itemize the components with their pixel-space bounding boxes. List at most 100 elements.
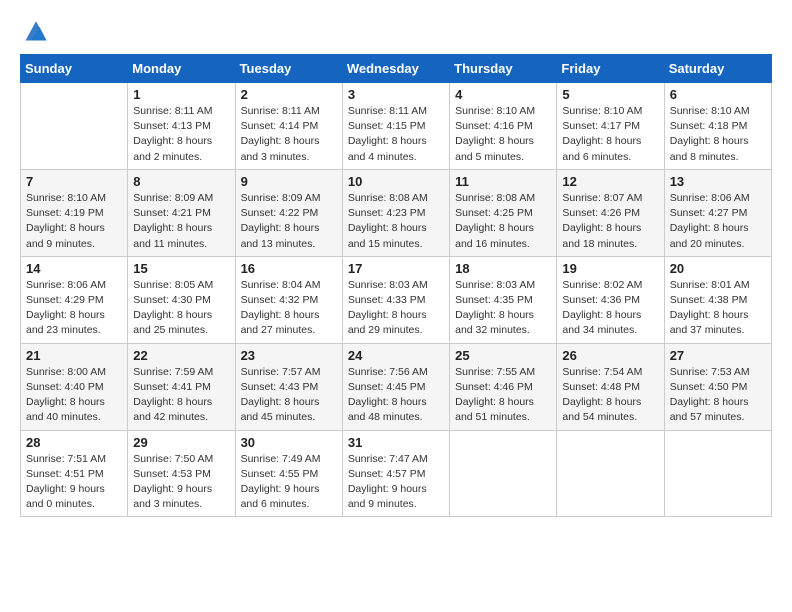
calendar-cell: 22 Sunrise: 7:59 AMSunset: 4:41 PMDayligh… — [128, 343, 235, 430]
day-info: Sunrise: 7:57 AMSunset: 4:43 PMDaylight:… — [241, 365, 337, 426]
page: SundayMondayTuesdayWednesdayThursdayFrid… — [0, 0, 792, 612]
calendar-cell: 30 Sunrise: 7:49 AMSunset: 4:55 PMDayligh… — [235, 430, 342, 517]
calendar-cell: 10 Sunrise: 8:08 AMSunset: 4:23 PMDayligh… — [342, 169, 449, 256]
calendar-cell: 1 Sunrise: 8:11 AMSunset: 4:13 PMDaylight… — [128, 83, 235, 170]
day-number: 4 — [455, 87, 551, 102]
day-number: 2 — [241, 87, 337, 102]
day-info: Sunrise: 8:06 AMSunset: 4:27 PMDaylight:… — [670, 191, 766, 252]
day-info: Sunrise: 8:09 AMSunset: 4:22 PMDaylight:… — [241, 191, 337, 252]
calendar-week-row: 14 Sunrise: 8:06 AMSunset: 4:29 PMDayligh… — [21, 256, 772, 343]
day-info: Sunrise: 8:08 AMSunset: 4:23 PMDaylight:… — [348, 191, 444, 252]
calendar-cell: 21 Sunrise: 8:00 AMSunset: 4:40 PMDayligh… — [21, 343, 128, 430]
day-number: 9 — [241, 174, 337, 189]
day-info: Sunrise: 8:10 AMSunset: 4:19 PMDaylight:… — [26, 191, 122, 252]
calendar-cell: 2 Sunrise: 8:11 AMSunset: 4:14 PMDaylight… — [235, 83, 342, 170]
day-info: Sunrise: 8:04 AMSunset: 4:32 PMDaylight:… — [241, 278, 337, 339]
calendar-cell: 19 Sunrise: 8:02 AMSunset: 4:36 PMDayligh… — [557, 256, 664, 343]
day-number: 26 — [562, 348, 658, 363]
calendar-cell: 31 Sunrise: 7:47 AMSunset: 4:57 PMDayligh… — [342, 430, 449, 517]
day-info: Sunrise: 8:03 AMSunset: 4:35 PMDaylight:… — [455, 278, 551, 339]
calendar-cell: 24 Sunrise: 7:56 AMSunset: 4:45 PMDayligh… — [342, 343, 449, 430]
day-info: Sunrise: 8:05 AMSunset: 4:30 PMDaylight:… — [133, 278, 229, 339]
calendar-cell: 7Sunrise: 8:10 AMSunset: 4:19 PMDaylight… — [21, 169, 128, 256]
day-info: Sunrise: 8:10 AMSunset: 4:16 PMDaylight:… — [455, 104, 551, 165]
logo — [20, 16, 54, 44]
day-info: Sunrise: 7:54 AMSunset: 4:48 PMDaylight:… — [562, 365, 658, 426]
calendar-cell: 3 Sunrise: 8:11 AMSunset: 4:15 PMDaylight… — [342, 83, 449, 170]
calendar-cell: 23 Sunrise: 7:57 AMSunset: 4:43 PMDayligh… — [235, 343, 342, 430]
day-info: Sunrise: 8:08 AMSunset: 4:25 PMDaylight:… — [455, 191, 551, 252]
day-number: 14 — [26, 261, 122, 276]
calendar-cell: 15Sunrise: 8:05 AMSunset: 4:30 PMDayligh… — [128, 256, 235, 343]
calendar-cell: 9 Sunrise: 8:09 AMSunset: 4:22 PMDaylight… — [235, 169, 342, 256]
day-info: Sunrise: 8:11 AMSunset: 4:13 PMDaylight:… — [133, 104, 229, 165]
day-number: 23 — [241, 348, 337, 363]
calendar-cell: 20 Sunrise: 8:01 AMSunset: 4:38 PMDayligh… — [664, 256, 771, 343]
calendar-week-row: 28 Sunrise: 7:51 AMSunset: 4:51 PMDayligh… — [21, 430, 772, 517]
day-info: Sunrise: 7:55 AMSunset: 4:46 PMDaylight:… — [455, 365, 551, 426]
day-number: 18 — [455, 261, 551, 276]
calendar-cell: 25Sunrise: 7:55 AMSunset: 4:46 PMDayligh… — [450, 343, 557, 430]
calendar-week-row: 1 Sunrise: 8:11 AMSunset: 4:13 PMDaylight… — [21, 83, 772, 170]
logo-icon — [22, 16, 50, 44]
day-number: 28 — [26, 435, 122, 450]
calendar-cell — [557, 430, 664, 517]
day-number: 1 — [133, 87, 229, 102]
day-number: 20 — [670, 261, 766, 276]
day-of-week-header: Monday — [128, 55, 235, 83]
calendar-cell: 4 Sunrise: 8:10 AMSunset: 4:16 PMDaylight… — [450, 83, 557, 170]
calendar-cell: 28 Sunrise: 7:51 AMSunset: 4:51 PMDayligh… — [21, 430, 128, 517]
calendar-cell — [21, 83, 128, 170]
day-info: Sunrise: 8:00 AMSunset: 4:40 PMDaylight:… — [26, 365, 122, 426]
day-number: 17 — [348, 261, 444, 276]
day-info: Sunrise: 7:49 AMSunset: 4:55 PMDaylight:… — [241, 452, 337, 513]
day-info: Sunrise: 7:51 AMSunset: 4:51 PMDaylight:… — [26, 452, 122, 513]
calendar-header-row: SundayMondayTuesdayWednesdayThursdayFrid… — [21, 55, 772, 83]
day-info: Sunrise: 7:50 AMSunset: 4:53 PMDaylight:… — [133, 452, 229, 513]
calendar-cell: 14 Sunrise: 8:06 AMSunset: 4:29 PMDayligh… — [21, 256, 128, 343]
day-info: Sunrise: 8:10 AMSunset: 4:18 PMDaylight:… — [670, 104, 766, 165]
day-of-week-header: Friday — [557, 55, 664, 83]
day-info: Sunrise: 7:59 AMSunset: 4:41 PMDaylight:… — [133, 365, 229, 426]
calendar-cell: 5Sunrise: 8:10 AMSunset: 4:17 PMDaylight… — [557, 83, 664, 170]
day-info: Sunrise: 8:02 AMSunset: 4:36 PMDaylight:… — [562, 278, 658, 339]
calendar-cell: 27 Sunrise: 7:53 AMSunset: 4:50 PMDayligh… — [664, 343, 771, 430]
day-number: 11 — [455, 174, 551, 189]
day-info: Sunrise: 7:56 AMSunset: 4:45 PMDaylight:… — [348, 365, 444, 426]
calendar-cell: 16Sunrise: 8:04 AMSunset: 4:32 PMDayligh… — [235, 256, 342, 343]
calendar-cell: 13Sunrise: 8:06 AMSunset: 4:27 PMDayligh… — [664, 169, 771, 256]
calendar-cell: 26 Sunrise: 7:54 AMSunset: 4:48 PMDayligh… — [557, 343, 664, 430]
day-number: 5 — [562, 87, 658, 102]
day-info: Sunrise: 8:01 AMSunset: 4:38 PMDaylight:… — [670, 278, 766, 339]
header — [20, 16, 772, 44]
calendar-table: SundayMondayTuesdayWednesdayThursdayFrid… — [20, 54, 772, 517]
day-number: 21 — [26, 348, 122, 363]
day-number: 30 — [241, 435, 337, 450]
day-number: 24 — [348, 348, 444, 363]
day-number: 27 — [670, 348, 766, 363]
day-number: 22 — [133, 348, 229, 363]
calendar-cell: 18 Sunrise: 8:03 AMSunset: 4:35 PMDayligh… — [450, 256, 557, 343]
day-of-week-header: Sunday — [21, 55, 128, 83]
day-info: Sunrise: 7:47 AMSunset: 4:57 PMDaylight:… — [348, 452, 444, 513]
calendar-cell: 17Sunrise: 8:03 AMSunset: 4:33 PMDayligh… — [342, 256, 449, 343]
day-info: Sunrise: 8:11 AMSunset: 4:15 PMDaylight:… — [348, 104, 444, 165]
day-of-week-header: Thursday — [450, 55, 557, 83]
calendar-cell — [664, 430, 771, 517]
calendar-cell — [450, 430, 557, 517]
day-number: 31 — [348, 435, 444, 450]
day-info: Sunrise: 8:06 AMSunset: 4:29 PMDaylight:… — [26, 278, 122, 339]
calendar-cell: 29Sunrise: 7:50 AMSunset: 4:53 PMDayligh… — [128, 430, 235, 517]
day-of-week-header: Wednesday — [342, 55, 449, 83]
calendar-week-row: 7Sunrise: 8:10 AMSunset: 4:19 PMDaylight… — [21, 169, 772, 256]
calendar-cell: 6Sunrise: 8:10 AMSunset: 4:18 PMDaylight… — [664, 83, 771, 170]
day-number: 8 — [133, 174, 229, 189]
day-info: Sunrise: 8:09 AMSunset: 4:21 PMDaylight:… — [133, 191, 229, 252]
calendar-cell: 8 Sunrise: 8:09 AMSunset: 4:21 PMDaylight… — [128, 169, 235, 256]
day-number: 10 — [348, 174, 444, 189]
day-number: 3 — [348, 87, 444, 102]
day-number: 12 — [562, 174, 658, 189]
day-info: Sunrise: 7:53 AMSunset: 4:50 PMDaylight:… — [670, 365, 766, 426]
day-number: 19 — [562, 261, 658, 276]
day-info: Sunrise: 8:11 AMSunset: 4:14 PMDaylight:… — [241, 104, 337, 165]
